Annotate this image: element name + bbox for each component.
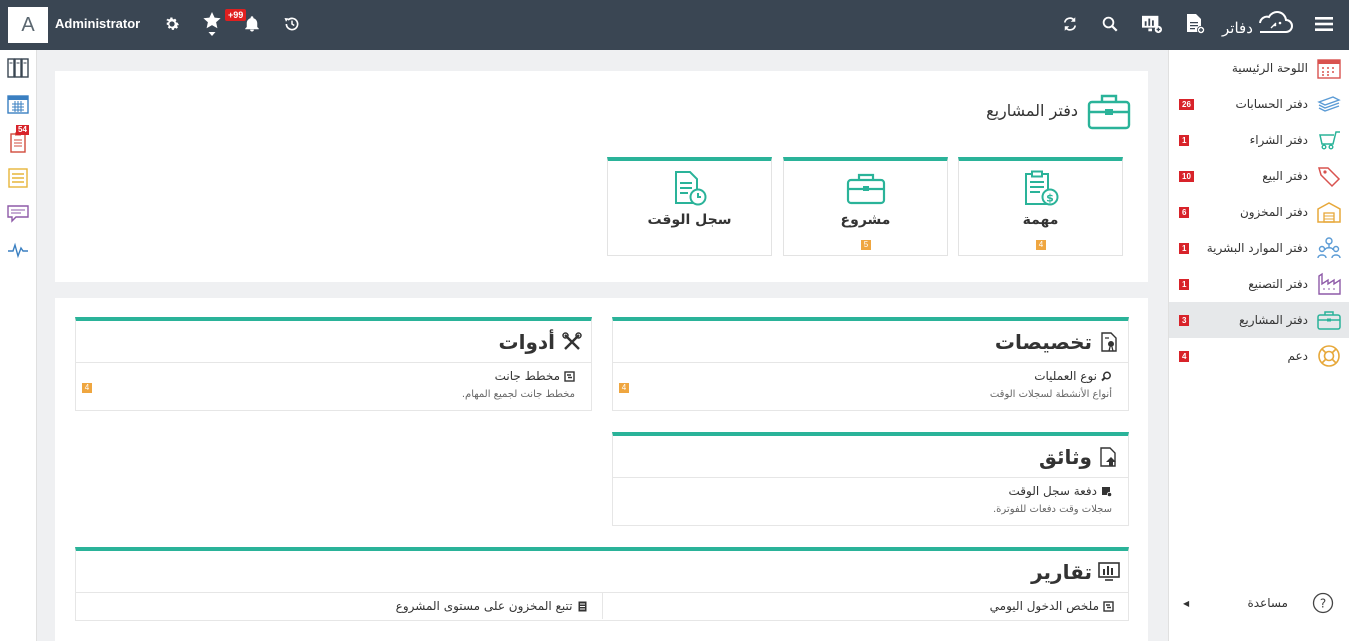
manufacturing-badge: 1 [1179,278,1190,290]
daily-login-summary-link[interactable]: ملخص الدخول اليومي [601,593,1129,619]
search-icon[interactable] [1099,13,1121,35]
batch-doc-icon [1101,486,1113,497]
tile-task-count: 4 [1036,240,1046,250]
svg-text:?: ? [1320,597,1326,611]
activity-type-description: أنواع الأنشطة لسجلات الوقت [989,389,1112,400]
card-tools-title: أدوات [498,329,555,354]
project-inventory-tracking-link[interactable]: تتبع المخزون على مستوى المشروع [76,593,602,619]
support-badge: 4 [1179,350,1190,362]
report-doc-icon [1103,600,1114,612]
people-icon [1316,235,1342,261]
tile-timesheet-label: سجل الوقت [647,212,732,228]
history-icon[interactable] [281,13,303,35]
gantt-chart-link[interactable]: مخطط جانت [495,369,575,383]
tile-project[interactable]: مشروع 5 [783,157,948,256]
workspace-modules-panel: تخصيصات نوع العمليات أنواع الأنشطة لسجلا… [55,298,1148,641]
brand-cloud-logo[interactable] [1222,10,1294,40]
certificate-document-icon [1098,331,1120,353]
top-bar: A Administrator +99 دفاتر [0,0,1349,50]
collapse-sidebar-arrow-icon[interactable]: ◀ [1183,599,1189,608]
card-documents: وثائق دفعة سجل الوقت سجلات وقت دفعات للف… [612,432,1129,526]
briefcase-icon [1087,93,1131,131]
sidebar-item-manufacturing[interactable]: دفتر التصنيع 1 [1169,266,1349,302]
lifebuoy-icon [1316,343,1342,369]
sidebar-item-dashboard[interactable]: اللوحة الرئيسية [1169,50,1349,86]
new-document-icon[interactable] [1184,13,1206,35]
tile-project-count: 5 [861,240,871,250]
notifications-badge: +99 [225,9,247,21]
sidebar: اللوحة الرئيسية دفتر الحسابات 26 دفتر ال… [1168,50,1349,641]
money-stack-icon [1316,91,1342,117]
tools-wrench-icon [561,331,583,353]
help-label: مساعدة [1247,596,1288,610]
inventory-badge: 6 [1179,206,1190,218]
card-customizations-title: تخصيصات [994,329,1092,354]
sidebar-item-purchasing[interactable]: دفتر الشراء 1 [1169,122,1349,158]
tile-task[interactable]: $ مهمة 4 [958,157,1123,256]
gantt-chart-count: 4 [82,383,92,393]
sidebar-item-projects[interactable]: دفتر المشاريع 3 [1169,302,1349,338]
document-clock-icon [668,169,712,209]
projects-badge: 3 [1179,314,1190,326]
purchasing-badge: 1 [1179,134,1190,146]
price-tag-icon [1316,163,1342,189]
monitor-chart-icon [1098,561,1120,583]
avatar[interactable]: A [8,7,48,43]
left-shortcut-strip: 54 [0,50,37,641]
sidebar-item-hr[interactable]: دفتر الموارد البشرية 1 [1169,230,1349,266]
calendar-icon[interactable] [6,92,30,116]
tile-task-label: مهمة [1022,212,1059,228]
timesheet-batch-description: سجلات وقت دفعات للفوترة. [993,504,1112,515]
gantt-chart-description: مخطط جانت لجميع المهام. [461,389,575,400]
tile-project-label: مشروع [840,212,891,228]
sidebar-item-accounts[interactable]: دفتر الحسابات 26 [1169,86,1349,122]
list-doc-icon [577,601,588,612]
factory-icon [1316,271,1342,297]
sidebar-item-inventory[interactable]: دفتر المخزون 6 [1169,194,1349,230]
chat-messages-icon[interactable] [6,202,30,226]
activity-pulse-icon[interactable] [6,238,30,262]
chart-doc-icon [564,370,575,382]
cart-icon [1316,127,1342,153]
card-customizations: تخصيصات نوع العمليات أنواع الأنشطة لسجلا… [612,317,1129,411]
card-reports-title: تقارير [1031,559,1092,584]
card-tools: أدوات مخطط جانت مخطط جانت لجميع المهام. … [75,317,592,411]
refresh-icon[interactable] [1059,13,1081,35]
username[interactable]: Administrator [55,16,140,31]
strip-badge: 54 [16,125,29,135]
briefcase-icon [1316,307,1342,333]
sidebar-item-sales[interactable]: دفتر البيع 10 [1169,158,1349,194]
gear-icon[interactable] [161,13,183,35]
help-link[interactable]: ? مساعدة ◀ [1169,590,1349,616]
warehouse-icon [1316,199,1342,225]
activity-type-link[interactable]: نوع العمليات [1034,369,1112,383]
note-list-icon[interactable] [6,166,30,190]
question-circle-icon: ? [1310,590,1336,616]
clipboard-money-icon: $ [1019,169,1063,209]
document-upload-icon [1098,446,1120,468]
sales-badge: 10 [1179,170,1194,182]
briefcase-icon [844,169,888,209]
svg-text:$: $ [1046,192,1054,205]
accounts-badge: 26 [1179,98,1194,110]
hr-badge: 1 [1179,242,1190,254]
tile-timesheet[interactable]: سجل الوقت [607,157,772,256]
page-title: دفتر المشاريع [986,101,1078,120]
activity-type-count: 4 [619,383,629,393]
card-documents-title: وثائق [1039,444,1092,469]
star-favorites-icon[interactable] [201,12,223,36]
sidebar-item-support[interactable]: دعم 4 [1169,338,1349,374]
new-report-icon[interactable] [1141,13,1163,35]
workspace-header-panel: دفتر المشاريع $ مهمة 4 مشروع 5 سجل الوقت [55,71,1148,282]
search-doc-icon [1101,371,1112,382]
dashboard-grid-icon [1316,55,1342,81]
timesheet-batch-link[interactable]: دفعة سجل الوقت [1008,484,1113,498]
hamburger-menu-icon[interactable] [1313,13,1335,35]
card-reports: تقارير ملخص الدخول اليومي تتبع المخزون ع… [75,547,1129,621]
ledger-books-icon[interactable] [6,56,30,80]
